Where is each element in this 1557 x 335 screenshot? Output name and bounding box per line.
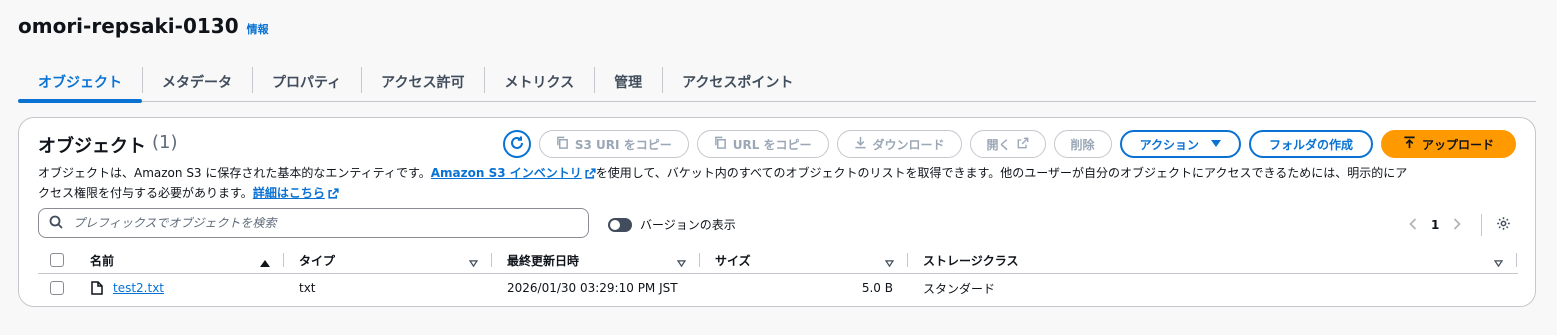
- column-header-type[interactable]: タイプ: [299, 246, 335, 274]
- delete-label: 削除: [1070, 137, 1095, 152]
- external-link-icon: [1017, 137, 1029, 152]
- tab-properties[interactable]: プロパティ: [252, 62, 361, 102]
- actions-dropdown-button[interactable]: アクション: [1119, 130, 1241, 158]
- description-text-2: を使用して、バケット内のすべてのオブジェクトのリストを取得できます。他のユーザー…: [595, 166, 1408, 180]
- toggle-switch[interactable]: [608, 217, 632, 232]
- row-select-checkbox[interactable]: [50, 274, 64, 302]
- objects-description: オブジェクトは、Amazon S3 に保存された基本的なエンティティです。Ama…: [38, 164, 1518, 204]
- objects-heading: オブジェクト (1): [38, 132, 178, 158]
- objects-table-header: 名前 タイプ 最終更新日時 サイズ ストレージクラス: [38, 246, 1518, 274]
- show-versions-toggle[interactable]: バージョンの表示: [608, 216, 736, 233]
- copy-icon: [714, 136, 727, 152]
- sort-icon[interactable]: [676, 256, 687, 270]
- info-link[interactable]: 情報: [247, 21, 269, 37]
- upload-icon: [1403, 136, 1416, 152]
- description-text-1: オブジェクトは、Amazon S3 に保存された基本的なエンティティです。: [38, 166, 431, 180]
- column-header-last-modified[interactable]: 最終更新日時: [507, 246, 579, 274]
- upload-button[interactable]: アップロード: [1380, 130, 1516, 158]
- copy-icon: [556, 136, 569, 152]
- copy-s3-uri-button[interactable]: S3 URI をコピー: [538, 130, 689, 158]
- download-label: ダウンロード: [872, 137, 945, 152]
- external-link-icon: [328, 186, 339, 204]
- chevron-left-icon[interactable]: [1409, 217, 1417, 233]
- object-search-box[interactable]: [38, 208, 589, 238]
- objects-toolbar: S3 URI をコピー URL をコピー ダウンロード 開く 削除 アクション: [502, 130, 1516, 158]
- object-size: 5.0 B: [861, 281, 893, 295]
- search-icon: [49, 214, 63, 233]
- chevron-right-icon[interactable]: [1453, 217, 1462, 233]
- download-button[interactable]: ダウンロード: [836, 130, 962, 158]
- tab-objects[interactable]: オブジェクト: [18, 62, 142, 103]
- settings-gear-icon[interactable]: [1496, 216, 1511, 234]
- objects-panel: オブジェクト (1) S3 URI をコピー URL をコピー ダウンロード 開…: [18, 117, 1536, 307]
- refresh-icon: [509, 135, 525, 154]
- object-last-modified: 2026/01/30 03:29:10 PM JST: [507, 281, 678, 295]
- open-button[interactable]: 開く: [969, 130, 1046, 158]
- show-versions-label: バージョンの表示: [640, 218, 736, 232]
- create-folder-label: フォルダの作成: [1268, 137, 1353, 152]
- tab-permissions[interactable]: アクセス許可: [361, 62, 484, 102]
- pager-divider: [1481, 214, 1483, 236]
- object-search-input[interactable]: [71, 215, 551, 231]
- copy-url-button[interactable]: URL をコピー: [696, 130, 829, 158]
- object-name-link[interactable]: test2.txt: [113, 274, 164, 302]
- description-text-3: クセス権限を付与する必要があります。: [38, 186, 253, 200]
- open-label: 開く: [986, 137, 1011, 152]
- download-icon: [854, 136, 867, 152]
- pagination: 1: [1409, 214, 1511, 236]
- tab-metrics[interactable]: メトリクス: [484, 62, 594, 102]
- caret-down-icon: [1210, 137, 1221, 151]
- column-header-name[interactable]: 名前: [90, 246, 114, 274]
- column-header-size[interactable]: サイズ: [715, 246, 751, 274]
- actions-label: アクション: [1139, 137, 1199, 152]
- tab-access-points[interactable]: アクセスポイント: [662, 62, 813, 102]
- object-storage-class: スタンダード: [923, 281, 996, 296]
- refresh-button[interactable]: [502, 130, 531, 158]
- bucket-tabs: オブジェクト メタデータ プロパティ アクセス許可 メトリクス 管理 アクセスポ…: [18, 62, 1536, 103]
- sort-icon[interactable]: [468, 256, 479, 270]
- sort-icon[interactable]: [884, 256, 895, 270]
- select-all-checkbox[interactable]: [50, 246, 64, 274]
- upload-label: アップロード: [1421, 137, 1494, 152]
- bucket-name-title: omori-repsaki-0130: [18, 14, 239, 38]
- external-link-icon: [585, 166, 596, 184]
- object-type: txt: [299, 281, 316, 295]
- copy-url-label: URL をコピー: [732, 137, 812, 152]
- objects-title: オブジェクト: [38, 136, 146, 157]
- table-row: test2.txt txt 2026/01/30 03:29:10 PM JST…: [38, 274, 1518, 302]
- delete-button[interactable]: 削除: [1053, 130, 1112, 158]
- bucket-header: omori-repsaki-0130 情報: [18, 14, 269, 38]
- copy-s3-uri-label: S3 URI をコピー: [574, 137, 672, 152]
- file-icon: [91, 274, 103, 302]
- create-folder-button[interactable]: フォルダの作成: [1248, 130, 1373, 158]
- inventory-link[interactable]: Amazon S3 インベントリ: [431, 166, 582, 180]
- s3-bucket-page: omori-repsaki-0130 情報 オブジェクト メタデータ プロパティ…: [0, 0, 1557, 335]
- sort-ascending-icon[interactable]: [260, 256, 270, 270]
- sort-icon[interactable]: [1493, 256, 1504, 270]
- objects-count: (1): [152, 132, 178, 153]
- current-page-number[interactable]: 1: [1431, 218, 1439, 232]
- tab-metadata[interactable]: メタデータ: [142, 62, 252, 102]
- tab-management[interactable]: 管理: [594, 62, 662, 102]
- column-header-storage-class[interactable]: ストレージクラス: [923, 246, 1019, 274]
- learn-more-link[interactable]: 詳細はこちら: [253, 186, 325, 200]
